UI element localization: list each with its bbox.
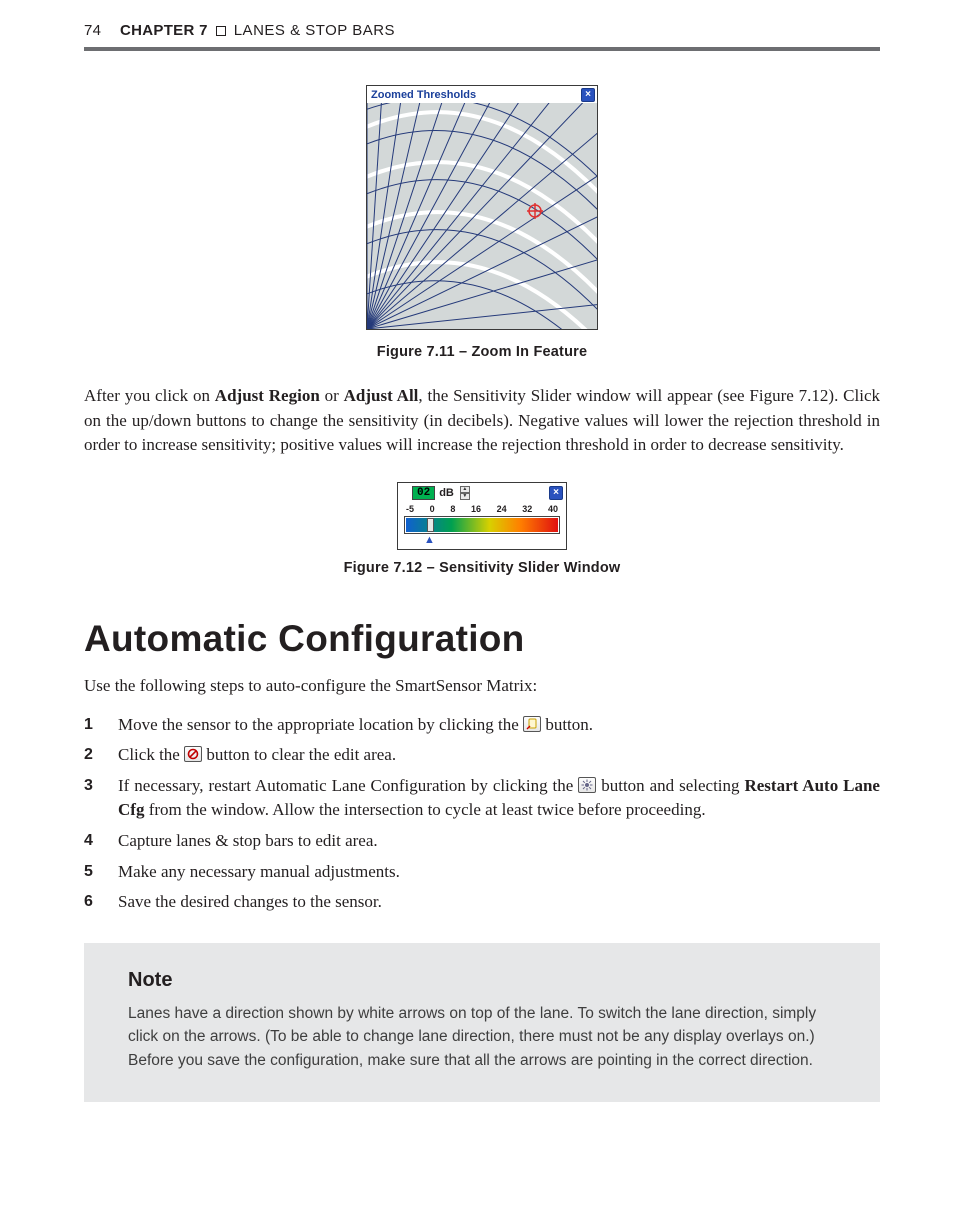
page-number: 74 <box>84 22 120 39</box>
list-item: 1 Move the sensor to the appropriate loc… <box>84 713 880 738</box>
figure-7-11: Zoomed Thresholds × <box>84 85 880 360</box>
tick-label: 32 <box>522 504 532 514</box>
paragraph-after-fig711: After you click on Adjust Region or Adju… <box>84 384 880 458</box>
tick-label: 24 <box>497 504 507 514</box>
note-title: Note <box>128 969 836 992</box>
page: 74 CHAPTER 7 LANES & STOP BARS Zoomed Th… <box>0 0 954 1142</box>
slider-thumb[interactable] <box>427 518 434 532</box>
list-item: 3 If necessary, restart Automatic Lane C… <box>84 774 880 823</box>
text: or <box>320 386 344 405</box>
clear-edit-area-icon[interactable] <box>184 746 202 762</box>
window-titlebar: Zoomed Thresholds × <box>367 86 597 103</box>
list-item: 4 Capture lanes & stop bars to edit area… <box>84 829 880 854</box>
step-number: 4 <box>84 829 118 854</box>
step-body: Save the desired changes to the sensor. <box>118 890 880 915</box>
step-number: 2 <box>84 743 118 768</box>
running-header: 74 CHAPTER 7 LANES & STOP BARS <box>84 22 880 47</box>
text: button to clear the edit area. <box>202 745 396 764</box>
step-number: 5 <box>84 860 118 885</box>
heading-automatic-configuration: Automatic Configuration <box>84 618 880 660</box>
close-icon[interactable]: × <box>581 88 595 102</box>
steps-list: 1 Move the sensor to the appropriate loc… <box>84 713 880 915</box>
checkbox-icon <box>216 26 226 36</box>
note-body: Lanes have a direction shown by white ar… <box>128 1002 836 1072</box>
step-body: Click the button to clear the edit area. <box>118 743 880 768</box>
db-control: 02 dB ▲ ▼ <box>412 486 470 500</box>
figure-7-12-caption: Figure 7.12 – Sensitivity Slider Window <box>84 560 880 576</box>
window-title: Zoomed Thresholds <box>371 89 476 101</box>
step-body: Capture lanes & stop bars to edit area. <box>118 829 880 854</box>
step-number: 6 <box>84 890 118 915</box>
move-sensor-icon[interactable] <box>523 716 541 732</box>
text: button and selecting <box>596 776 744 795</box>
step-number: 3 <box>84 774 118 823</box>
section-title: LANES & STOP BARS <box>234 22 395 39</box>
slider-gradient <box>406 518 558 532</box>
list-item: 2 Click the button to clear the edit are… <box>84 743 880 768</box>
step-body: Make any necessary manual adjustments. <box>118 860 880 885</box>
note-box: Note Lanes have a direction shown by whi… <box>84 943 880 1102</box>
list-item: 6 Save the desired changes to the sensor… <box>84 890 880 915</box>
db-unit: dB <box>439 487 454 499</box>
spinner-up-icon[interactable]: ▲ <box>460 486 470 493</box>
spinner: ▲ ▼ <box>460 486 470 500</box>
tick-label: -5 <box>406 504 414 514</box>
text: from the window. Allow the intersection … <box>144 800 705 819</box>
slider-ticks: -5 0 8 16 24 32 40 <box>398 504 566 514</box>
list-item: 5 Make any necessary manual adjustments. <box>84 860 880 885</box>
text: After you click on <box>84 386 215 405</box>
tick-label: 8 <box>450 504 455 514</box>
text: If necessary, restart Automatic Lane Con… <box>118 776 578 795</box>
db-value: 02 <box>412 486 435 500</box>
bold-text: Adjust All <box>344 386 419 405</box>
text: button. <box>541 715 593 734</box>
auto-config-icon[interactable] <box>578 777 596 793</box>
spinner-down-icon[interactable]: ▼ <box>460 493 470 500</box>
radar-plot <box>367 103 597 329</box>
step-number: 1 <box>84 713 118 738</box>
slider-track[interactable] <box>404 516 560 534</box>
bold-text: Adjust Region <box>215 386 320 405</box>
step-body: Move the sensor to the appropriate locat… <box>118 713 880 738</box>
text: Click the <box>118 745 184 764</box>
close-icon[interactable]: × <box>549 486 563 500</box>
slider-pointer-icon: ▲ <box>398 535 566 545</box>
sensitivity-slider-window: 02 dB ▲ ▼ × -5 0 8 16 24 32 40 <box>397 482 567 550</box>
figure-7-11-caption: Figure 7.11 – Zoom In Feature <box>84 344 880 360</box>
tick-label: 40 <box>548 504 558 514</box>
slider-top-row: 02 dB ▲ ▼ × <box>398 483 566 502</box>
step-body: If necessary, restart Automatic Lane Con… <box>118 774 880 823</box>
chapter-label: CHAPTER 7 <box>120 22 208 39</box>
tick-label: 16 <box>471 504 481 514</box>
figure-7-12: 02 dB ▲ ▼ × -5 0 8 16 24 32 40 <box>84 482 880 576</box>
zoomed-thresholds-window: Zoomed Thresholds × <box>366 85 598 330</box>
text: Move the sensor to the appropriate locat… <box>118 715 523 734</box>
tick-label: 0 <box>430 504 435 514</box>
lead-paragraph: Use the following steps to auto-configur… <box>84 674 880 699</box>
header-rule <box>84 47 880 51</box>
